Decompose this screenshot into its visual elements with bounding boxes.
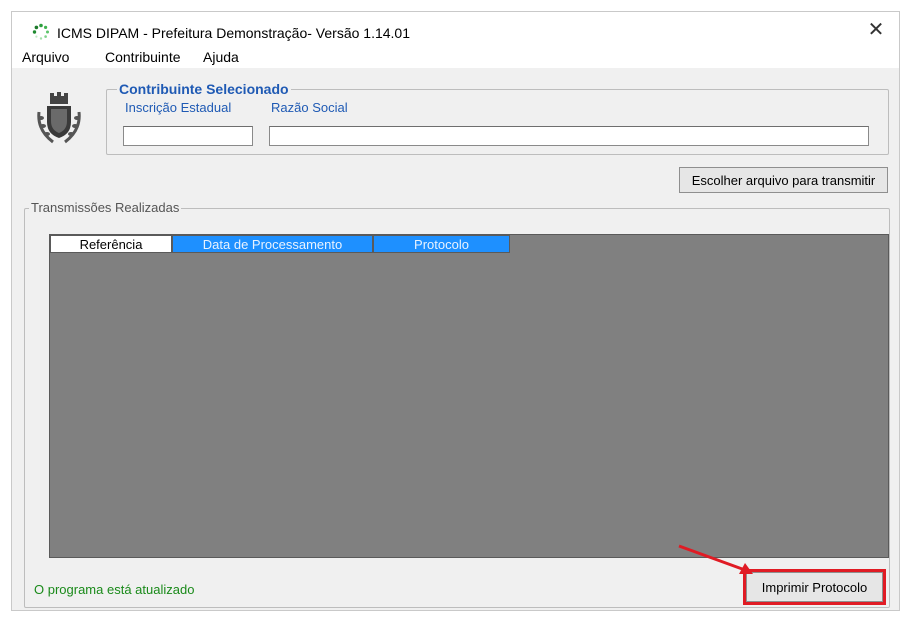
highlight-box — [743, 569, 886, 605]
transmissoes-legend: Transmissões Realizadas — [29, 200, 182, 215]
coat-of-arms-icon — [37, 92, 81, 144]
inscricao-label: Inscrição Estadual — [125, 100, 232, 115]
menu-arquivo[interactable]: Arquivo — [22, 49, 69, 65]
transmissoes-table[interactable]: Referência Data de Processamento Protoco… — [49, 234, 889, 558]
razao-label: Razão Social — [271, 100, 348, 115]
inscricao-field[interactable] — [123, 126, 253, 146]
escolher-arquivo-button[interactable]: Escolher arquivo para transmitir — [679, 167, 888, 193]
contribuinte-group: Contribuinte Selecionado Inscrição Estad… — [106, 81, 889, 155]
title-bar: ICMS DIPAM - Prefeitura Demonstração- Ve… — [12, 12, 899, 46]
column-header-data-processamento[interactable]: Data de Processamento — [172, 235, 373, 253]
menu-ajuda[interactable]: Ajuda — [203, 49, 239, 65]
column-header-protocolo[interactable]: Protocolo — [373, 235, 510, 253]
menu-bar: Arquivo Contribuinte Ajuda — [12, 46, 899, 68]
window-title: ICMS DIPAM - Prefeitura Demonstração- Ve… — [57, 25, 410, 41]
red-arrow-annotation — [678, 544, 753, 574]
close-icon: ✕ — [867, 18, 885, 41]
spinner-icon — [32, 23, 49, 40]
status-text: O programa está atualizado — [34, 582, 195, 597]
column-header-referencia[interactable]: Referência — [50, 235, 172, 253]
main-window: ICMS DIPAM - Prefeitura Demonstração- Ve… — [11, 11, 900, 611]
razao-field[interactable] — [269, 126, 869, 146]
close-button[interactable]: ✕ — [853, 12, 899, 46]
contribuinte-legend: Contribuinte Selecionado — [117, 81, 291, 97]
menu-contribuinte[interactable]: Contribuinte — [105, 49, 181, 65]
